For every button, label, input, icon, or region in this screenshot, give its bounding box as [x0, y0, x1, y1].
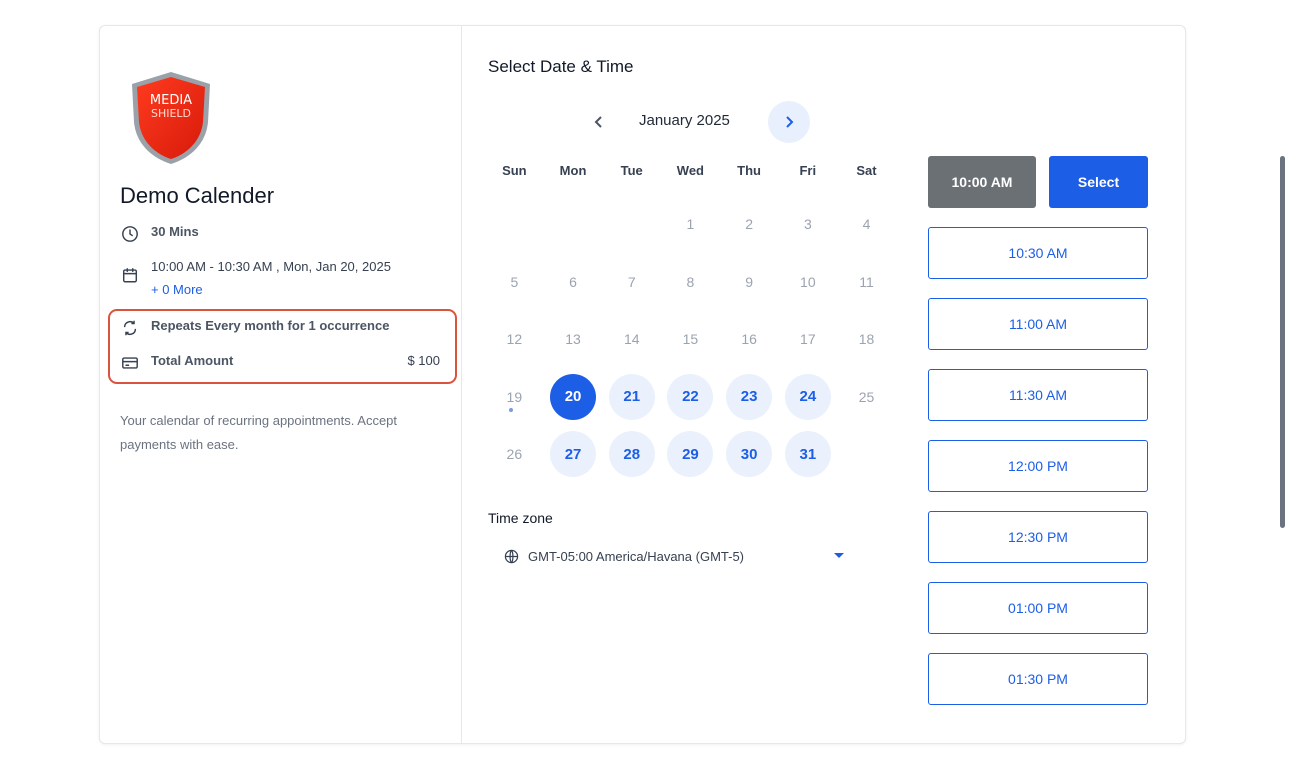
calendar-day[interactable]: 27	[550, 431, 597, 477]
repeat-row: Repeats Every month for 1 occurrence	[120, 318, 389, 338]
calendar-day: 14	[623, 331, 640, 347]
calendar-day: 2	[745, 216, 754, 232]
amount-row: Total Amount $ 100	[120, 353, 440, 373]
calendar-day: 11	[859, 273, 874, 290]
clock-icon	[120, 224, 140, 244]
media-shield-logo: MEDIA SHIELD	[132, 72, 210, 164]
weekday-label: Wed	[676, 163, 705, 178]
duration-text: 30 Mins	[151, 224, 199, 239]
calendar-day: 9	[745, 273, 754, 290]
calendar-day: 5	[510, 273, 519, 290]
today-indicator	[509, 408, 513, 412]
calendar-day[interactable]: 21	[608, 373, 655, 420]
calendar-day: 19	[506, 388, 523, 405]
calendar-day: 12	[506, 331, 523, 347]
calendar-day: 1	[686, 216, 695, 232]
calendar-day: 4	[862, 216, 871, 232]
time-slot[interactable]: 01:00 PM	[928, 582, 1148, 634]
weekday-label: Thu	[737, 163, 761, 178]
calendar-day: 13	[565, 331, 581, 347]
calendar-day[interactable]: 28	[608, 431, 655, 477]
select-button[interactable]: Select	[1049, 156, 1148, 208]
booking-card: MEDIA SHIELD Demo Calender 30 Mins 10:00…	[99, 25, 1285, 744]
event-title: Demo Calender	[120, 183, 275, 208]
calendar-day: 3	[803, 216, 812, 232]
datetime-text: 10:00 AM - 10:30 AM , Mon, Jan 20, 2025	[151, 259, 391, 274]
calendar-day[interactable]: 29	[667, 431, 714, 477]
globe-icon	[504, 549, 519, 563]
calendar-day: 7	[627, 273, 636, 290]
calendar-icon	[120, 265, 140, 285]
month-navigation: January 2025	[582, 101, 812, 143]
section-title: Select Date & Time	[488, 57, 634, 76]
next-month-button[interactable]	[768, 101, 810, 143]
time-slot[interactable]: 11:30 AM	[928, 369, 1148, 421]
svg-text:MEDIA: MEDIA	[150, 93, 192, 108]
slots-scrollbar[interactable]	[1280, 156, 1285, 528]
timezone-label: Time zone	[488, 510, 553, 526]
selected-time-slot[interactable]: 10:00 AM	[928, 156, 1036, 208]
selected-slot-row: 10:00 AM Select	[928, 156, 1148, 208]
weekday-label: Mon	[559, 163, 587, 178]
calendar-day: 25	[858, 388, 875, 405]
time-slot[interactable]: 12:00 PM	[928, 440, 1148, 492]
duration-row: 30 Mins	[120, 224, 199, 244]
calendar-day[interactable]: 23	[726, 373, 773, 420]
weekday-label: Sun	[502, 163, 527, 178]
amount-label: Total Amount	[151, 353, 234, 368]
time-slot[interactable]: 01:30 PM	[928, 653, 1148, 705]
calendar-day: 10	[800, 273, 816, 290]
calendar-day[interactable]: 31	[784, 431, 831, 477]
event-description: Your calendar of recurring appointments.…	[120, 413, 398, 452]
calendar-day: 6	[569, 273, 577, 290]
repeat-text: Repeats Every month for 1 occurrence	[151, 318, 390, 333]
calendar-day: 8	[686, 273, 695, 290]
weekday-label: Fri	[799, 163, 817, 178]
calendar-day[interactable]: 20	[550, 373, 597, 420]
calendar-day: 16	[741, 331, 757, 347]
event-details-panel: MEDIA SHIELD Demo Calender 30 Mins 10:00…	[100, 26, 462, 743]
prev-month-button[interactable]	[578, 101, 620, 143]
calendar-day[interactable]: 30	[726, 431, 773, 477]
calendar-day: 26	[506, 446, 523, 462]
repeat-icon	[120, 318, 140, 338]
more-dates-link[interactable]: + 0 More	[151, 282, 391, 297]
weekday-header: Sun Mon Tue Wed Thu Fri Sat	[485, 163, 896, 178]
weekday-label: Sat	[856, 163, 877, 178]
caret-down-icon	[834, 553, 844, 558]
calendar-day: 18	[858, 331, 875, 347]
weekday-label: Tue	[620, 163, 643, 178]
timezone-value: GMT-05:00 America/Havana (GMT-5)	[528, 548, 745, 564]
chevron-left-icon	[594, 116, 602, 128]
month-label: January 2025	[639, 112, 730, 129]
calendar-day[interactable]: 24	[784, 373, 831, 420]
credit-card-icon	[120, 353, 140, 373]
calendar-day: 17	[800, 331, 816, 347]
scheduler-panel: Select Date & Time January 2025 Sun Mon …	[462, 26, 1285, 743]
svg-text:SHIELD: SHIELD	[151, 107, 191, 120]
calendar-day[interactable]: 22	[667, 373, 714, 420]
time-slot[interactable]: 11:00 AM	[928, 298, 1148, 350]
amount-value: $ 100	[407, 353, 440, 368]
datetime-row: 10:00 AM - 10:30 AM , Mon, Jan 20, 2025 …	[120, 259, 391, 297]
chevron-right-icon	[786, 116, 794, 128]
time-slot[interactable]: 12:30 PM	[928, 511, 1148, 563]
time-slot[interactable]: 10:30 AM	[928, 227, 1148, 279]
timezone-select[interactable]: GMT-05:00 America/Havana (GMT-5)	[504, 544, 844, 568]
calendar-day: 15	[682, 331, 699, 347]
